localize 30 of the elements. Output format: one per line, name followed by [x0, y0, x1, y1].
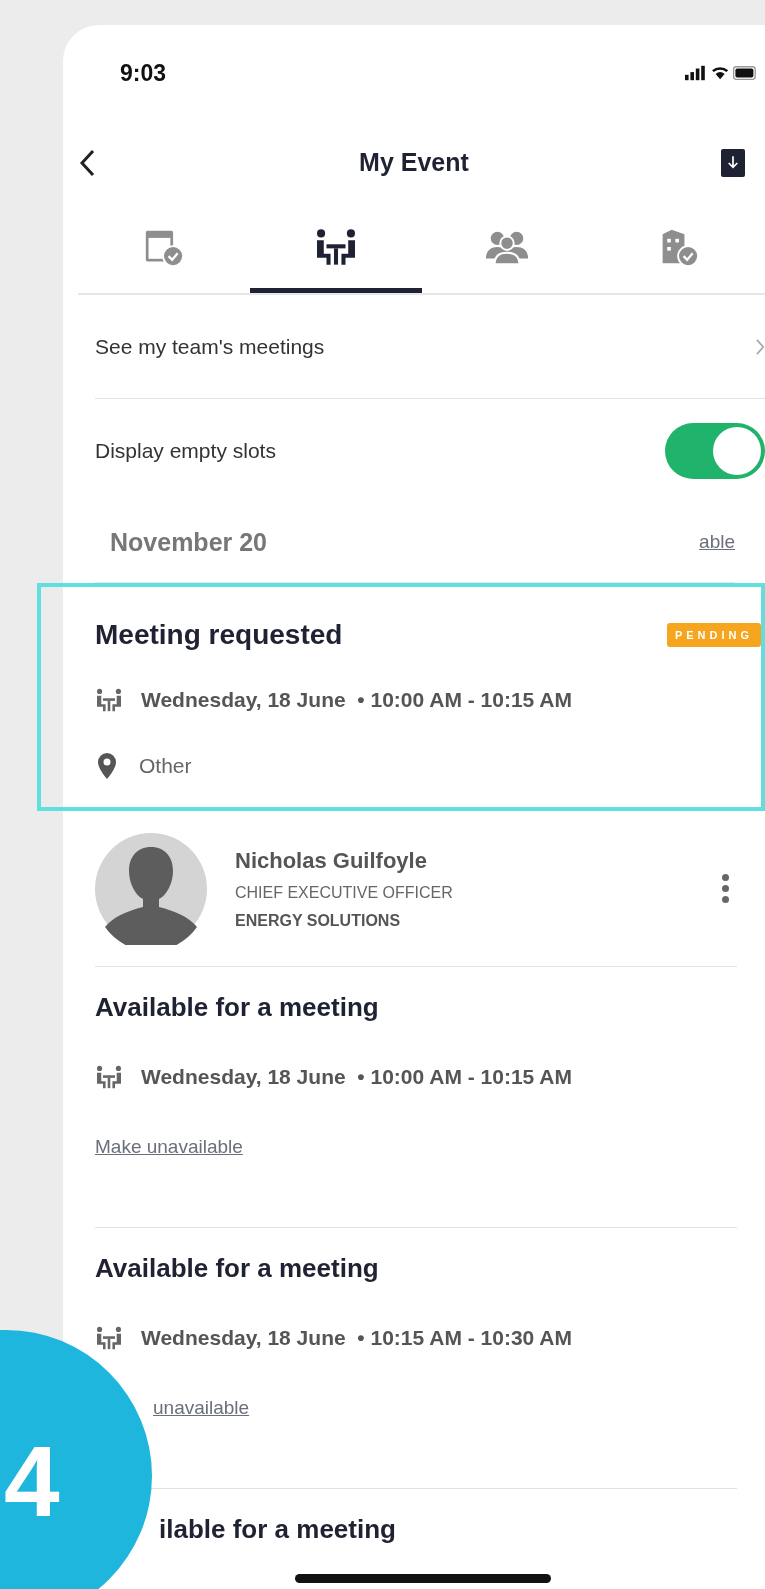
meeting-table-icon [95, 1065, 123, 1089]
contact-role: CHIEF EXECUTIVE OFFICER [235, 883, 453, 903]
meeting-time: Wednesday, 18 June • 10:00 AM - 10:15 AM [141, 687, 572, 714]
slot-time: Wednesday, 18 June • 10:15 AM - 10:30 AM [141, 1325, 572, 1352]
make-unavailable-link[interactable]: Make unavailable [95, 1132, 243, 1162]
chevron-left-icon [79, 148, 95, 178]
status-indicators-icon [685, 64, 757, 82]
slot-title: Available for a meeting [95, 990, 379, 1024]
setting-label: Display empty slots [95, 438, 276, 465]
date-link[interactable]: able [699, 528, 735, 557]
status-badge: PENDING [666, 622, 761, 648]
contact-name: Nicholas Guilfoyle [235, 847, 428, 875]
slot-time: Wednesday, 18 June • 10:00 AM - 10:15 AM [141, 1064, 572, 1091]
contact-company: ENERGY SOLUTIONS [235, 911, 402, 931]
chevron-right-icon [756, 338, 765, 355]
toggle-switch[interactable] [665, 423, 765, 479]
location-pin-icon [97, 753, 117, 779]
status-time: 9:03 [120, 58, 167, 88]
download-button[interactable] [721, 149, 745, 177]
screen-title: My Event [359, 147, 469, 179]
location-text: Other [139, 753, 192, 780]
download-icon [727, 156, 739, 170]
slot-title: ilable for a meeting [159, 1512, 396, 1546]
make-unavailable-link[interactable]: unavailable [153, 1393, 250, 1423]
slot-title: Available for a meeting [95, 1251, 379, 1285]
meeting-table-icon [95, 1326, 123, 1350]
meeting-table-icon [95, 688, 123, 712]
date-title: November 20 [110, 526, 268, 558]
meeting-title: Meeting requested [95, 618, 343, 652]
team-meetings-row[interactable]: See my team's meetings [95, 295, 765, 399]
